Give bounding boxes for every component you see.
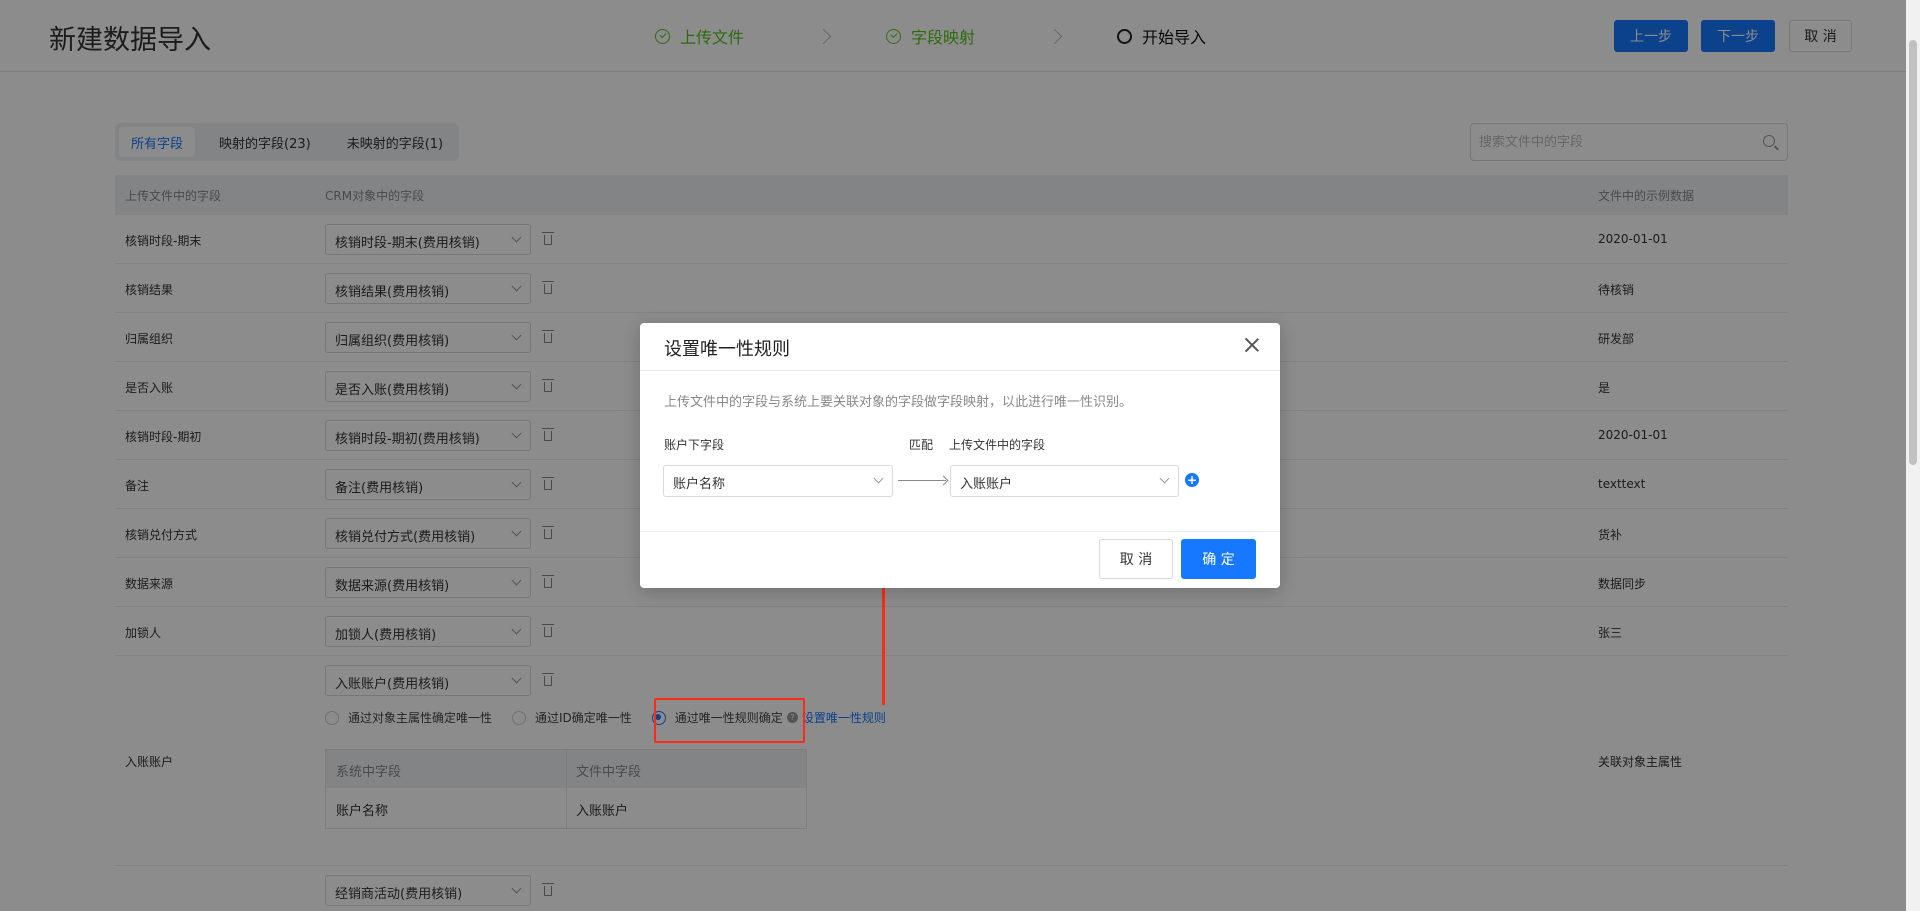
left-field-label: 账户下字段: [664, 438, 725, 452]
annotation-highlight-box: [654, 698, 805, 743]
close-icon[interactable]: [1244, 337, 1260, 353]
add-rule-icon[interactable]: +: [1185, 473, 1199, 487]
arrow-right-icon: [898, 480, 946, 481]
chevron-down-icon: [873, 473, 884, 484]
modal-description: 上传文件中的字段与系统上要关联对象的字段做字段映射，以此进行唯一性识别。: [664, 395, 1133, 410]
divider: [640, 531, 1280, 532]
uniqueness-rule-modal: 设置唯一性规则 上传文件中的字段与系统上要关联对象的字段做字段映射，以此进行唯一…: [640, 323, 1280, 588]
match-label: 匹配: [909, 438, 934, 452]
page-scrollbar[interactable]: [1906, 0, 1920, 911]
divider: [640, 370, 1280, 371]
file-field-select[interactable]: 入账账户: [950, 465, 1179, 497]
select-value: 账户名称: [673, 477, 726, 492]
account-field-select[interactable]: 账户名称: [663, 465, 893, 497]
modal-title: 设置唯一性规则: [664, 339, 790, 360]
modal-cancel-button[interactable]: 取 消: [1099, 539, 1173, 579]
right-field-label: 上传文件中的字段: [949, 438, 1046, 452]
select-value: 入账账户: [960, 477, 1013, 492]
scrollbar-thumb[interactable]: [1909, 40, 1917, 465]
chevron-down-icon: [1159, 473, 1170, 484]
modal-confirm-button[interactable]: 确 定: [1181, 539, 1256, 579]
